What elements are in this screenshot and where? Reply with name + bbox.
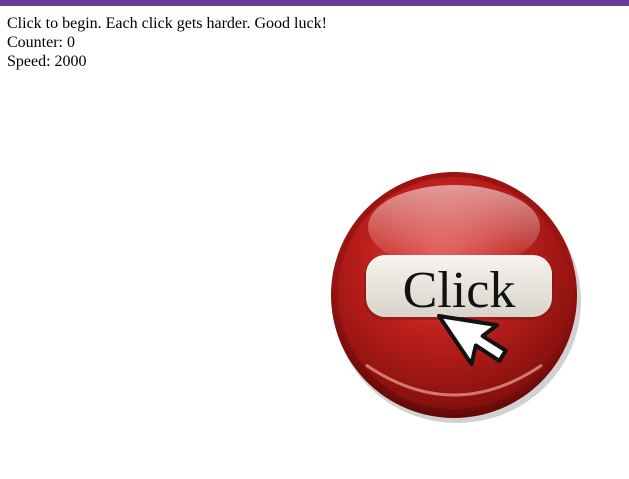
top-accent-bar xyxy=(0,0,629,6)
click-label: Click xyxy=(403,262,516,319)
click-button[interactable]: Click xyxy=(326,165,584,427)
counter-value: 0 xyxy=(67,34,75,51)
counter-label: Counter: xyxy=(7,34,63,51)
game-info: Click to begin. Each click gets harder. … xyxy=(7,14,327,71)
instructions-text: Click to begin. Each click gets harder. … xyxy=(7,15,327,32)
counter-readout: Counter: 0 xyxy=(7,33,327,52)
click-button-graphic[interactable]: Click xyxy=(326,165,584,427)
speed-value: 2000 xyxy=(54,53,87,70)
speed-label: Speed: xyxy=(7,53,51,70)
speed-readout: Speed: 2000 xyxy=(7,52,327,71)
